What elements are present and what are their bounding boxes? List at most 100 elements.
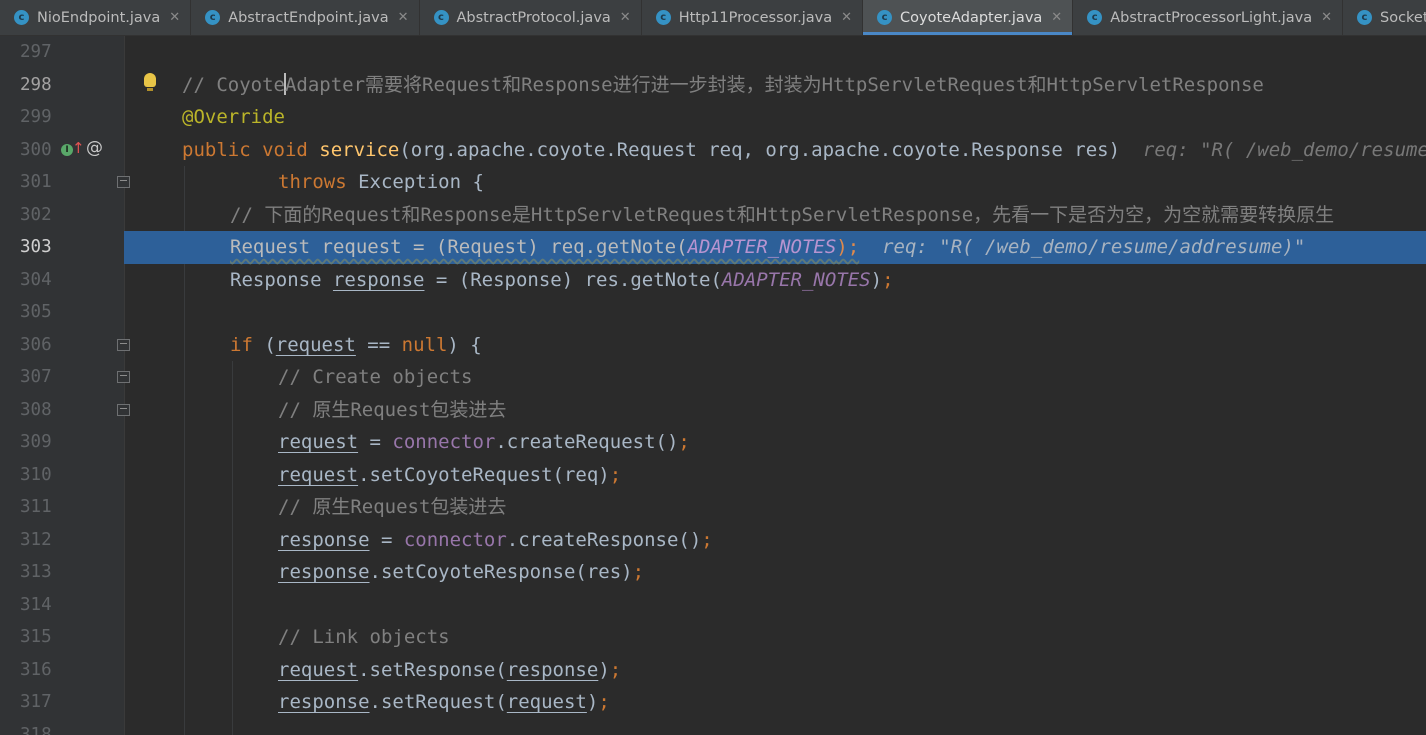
tab-abstractprotocol[interactable]: c AbstractProtocol.java ✕ [420,0,642,35]
code-line[interactable]: 305 [0,296,1426,329]
code-line[interactable]: 311 // 原生Request包装进去 [0,491,1426,524]
close-icon[interactable]: ✕ [1321,10,1332,25]
code-line[interactable]: 300 public void service(org.apache.coyote… [0,134,1426,167]
code-token: // Link objects [278,626,450,648]
close-icon[interactable]: ✕ [398,10,409,25]
code-line[interactable]: 307 // Create objects [0,361,1426,394]
line-number[interactable]: 299 [20,101,60,134]
code-line[interactable]: 315 // Link objects [0,621,1426,654]
code-line[interactable]: 302 // 下面的Request和Response是HttpServletReq… [0,199,1426,232]
code-line[interactable]: 313 response.setCoyoteResponse(res); [0,556,1426,589]
code-text: // 原生Request包装进去 [278,491,506,524]
code-line[interactable]: 316 request.setResponse(response); [0,654,1426,687]
line-number[interactable]: 314 [20,589,60,622]
code-text: if (request == null) { [230,329,482,362]
fold-toggle-icon[interactable] [117,176,130,188]
code-token: @Override [182,106,285,128]
line-number[interactable]: 306 [20,329,60,362]
line-number[interactable]: 312 [20,524,60,557]
tab-label: NioEndpoint.java [37,9,161,26]
line-number[interactable]: 300 [20,134,60,167]
tab-label: AbstractProtocol.java [456,9,611,26]
tab-socketprocessorbase[interactable]: cSocketProcessorBase.java✕ [1343,0,1426,35]
code-line[interactable]: 308 // 原生Request包装进去 [0,394,1426,427]
code-line[interactable]: 304 Response response = (Response) res.ge… [0,264,1426,297]
override-up-arrow-icon[interactable]: ↑ [72,139,85,157]
code-line[interactable]: 317 response.setRequest(request); [0,686,1426,719]
code-line[interactable]: 314 [0,589,1426,622]
close-icon[interactable]: ✕ [841,10,852,25]
code-token: Response [230,268,333,291]
code-text: // Link objects [278,621,450,654]
code-text: throws Exception { [278,166,484,199]
close-icon[interactable]: ✕ [169,10,180,25]
code-editor[interactable]: 297 298 // CoyoteAdapter需要将Request和Respons… [0,36,1426,735]
code-text: request.setResponse(response); [278,654,621,687]
line-number[interactable]: 318 [20,719,60,735]
code-text: // 下面的Request和Response是HttpServletReques… [230,199,1334,232]
code-token: public [182,138,263,161]
fold-toggle-icon[interactable] [117,403,130,416]
code-token: ADAPTER_NOTES [721,268,871,291]
ide-window: c NioEndpoint.java ✕ c AbstractEndpoint.java… [0,0,1426,735]
close-icon[interactable]: ✕ [620,10,631,25]
code-token: ; [882,268,894,291]
line-number[interactable]: 297 [20,36,60,69]
line-number[interactable]: 311 [20,491,60,524]
class-icon: c [877,10,893,25]
debug-inline-value: req: "R( /web_demo/resume/addresume)" [1142,138,1426,161]
code-line[interactable]: 303 Request request = (Request) req.getNo… [0,231,1426,264]
tab-abstractprocessorlight[interactable]: c AbstractProcessorLight.java ✕ [1073,0,1343,35]
line-number[interactable]: 316 [20,654,60,687]
line-number[interactable]: 315 [20,621,60,654]
code-token: (org.apache.coyote.Request req, org.apac… [399,138,1143,161]
code-token: .setResponse( [358,658,507,681]
line-number[interactable]: 309 [20,426,60,459]
tab-abstractendpoint[interactable]: c AbstractEndpoint.java ✕ [191,0,420,35]
fold-toggle-icon[interactable] [117,371,130,383]
class-icon: c [14,10,29,25]
code-token: if [230,333,265,356]
tab-coyoteadapter[interactable]: c CoyoteAdapter.java ✕ [863,0,1074,35]
line-number[interactable]: 305 [20,296,60,329]
fold-toggle-icon[interactable] [117,338,130,351]
code-token: request [278,463,359,486]
code-token: = [358,431,393,453]
line-number[interactable]: 298 [20,69,60,102]
code-token: = [369,528,404,551]
line-number[interactable]: 303 [20,231,60,264]
line-number[interactable]: 301 [20,166,60,199]
line-number[interactable]: 302 [20,199,60,232]
code-token: void [262,138,320,161]
tab-http11processor[interactable]: c Http11Processor.java ✕ [642,0,864,35]
code-token: request [278,431,359,453]
code-text: response = connector.createResponse(); [278,524,713,557]
code-line[interactable]: 318 [0,719,1426,735]
code-line[interactable]: 306 if (request == null) { [0,329,1426,362]
code-line[interactable]: 298 // CoyoteAdapter需要将Request和Response进行… [0,69,1426,102]
code-text: Response response = (Response) res.getNo… [230,264,894,297]
line-number[interactable]: 308 [20,394,60,427]
code-token: ) { [447,333,482,356]
line-number[interactable]: 313 [20,556,60,589]
intention-bulb-icon[interactable] [144,72,156,91]
code-token: ; [609,463,622,486]
code-line[interactable]: 310 request.setCoyoteRequest(req); [0,459,1426,492]
annotation-icon[interactable]: @ [86,138,103,158]
close-icon[interactable]: ✕ [1051,10,1062,25]
code-token: ADAPTER_NOTES [687,236,837,258]
code-token: Request request = (Request) req.getNote( [230,236,688,258]
code-token: ); [836,236,860,258]
code-line[interactable]: 312 response = connector.createResponse()… [0,524,1426,557]
line-number[interactable]: 317 [20,686,60,719]
line-number[interactable]: 310 [20,459,60,492]
code-line[interactable]: 301 throws Exception { [0,166,1426,199]
line-number[interactable]: 304 [20,264,60,297]
line-number[interactable]: 307 [20,361,60,394]
code-line[interactable]: 299 @Override [0,101,1426,134]
code-line[interactable]: 309 request = connector.createRequest(); [0,426,1426,459]
code-line[interactable]: 297 [0,36,1426,69]
tab-nioendpoint[interactable]: c NioEndpoint.java ✕ [0,0,192,35]
code-text: response.setRequest(request); [278,686,610,719]
